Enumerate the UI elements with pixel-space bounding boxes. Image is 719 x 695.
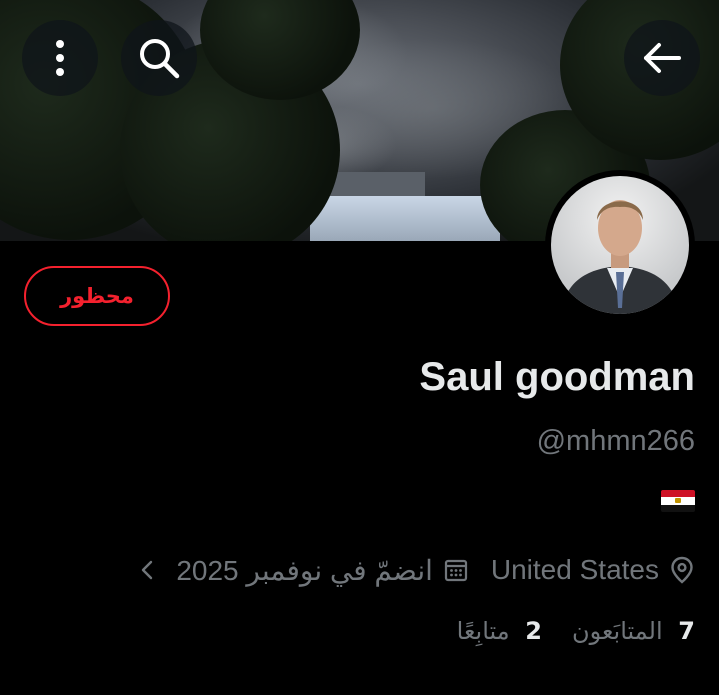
joined-text: انضمّ في نوفمبر 2025 — [176, 554, 433, 586]
more-vertical-icon — [56, 40, 64, 76]
profile-meta: United States انضمّ في نوفمبر 2025 — [140, 550, 695, 590]
avatar-image — [551, 176, 689, 314]
profile-avatar[interactable] — [545, 170, 695, 320]
joined-item: انضمّ في نوفمبر 2025 — [176, 554, 469, 587]
more-options-button[interactable] — [22, 20, 98, 96]
banner-building-top — [325, 172, 425, 198]
chevron-left-icon[interactable] — [140, 559, 154, 581]
banner-building — [310, 196, 500, 241]
following-count: 2 — [525, 617, 542, 645]
following-link[interactable]: 2 متابِعًا — [457, 617, 542, 645]
blocked-button[interactable]: محظور — [24, 266, 170, 326]
arrow-left-icon — [644, 43, 681, 73]
location-text: United States — [490, 554, 659, 585]
search-icon — [140, 39, 180, 79]
search-button[interactable] — [121, 20, 197, 96]
following-label: متابِعًا — [456, 617, 510, 645]
followers-label: المتابَعون — [571, 617, 663, 645]
followers-link[interactable]: 7 المتابَعون — [572, 617, 695, 645]
follow-stats: 7 المتابَعون 2 متابِعًا — [457, 611, 695, 651]
location-pin-icon — [671, 556, 693, 584]
egypt-flag-icon — [661, 490, 695, 512]
location-item: United States — [491, 554, 695, 586]
avatar-portrait — [561, 200, 679, 314]
display-name: Saul goodman — [419, 355, 695, 399]
calendar-icon — [444, 559, 467, 582]
back-button[interactable] — [624, 20, 700, 96]
user-handle: @mhmn266 — [536, 425, 695, 457]
followers-count: 7 — [678, 617, 695, 645]
